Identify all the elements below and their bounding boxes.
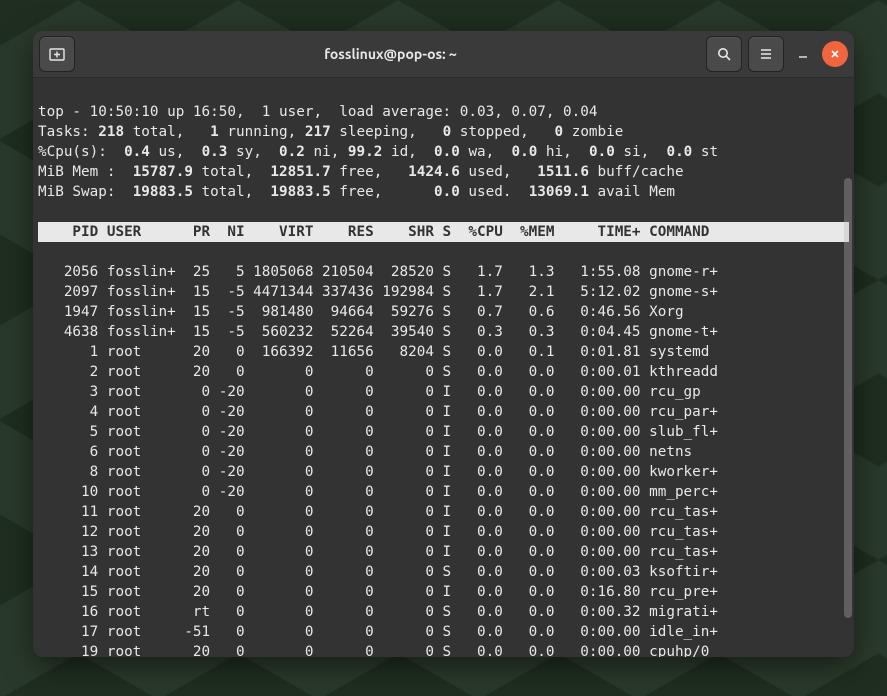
process-row: 5 root 0 -20 0 0 0 I 0.0 0.0 0:00.00 slu… bbox=[38, 424, 718, 440]
process-row: 16 root rt 0 0 0 0 S 0.0 0.0 0:00.32 mig… bbox=[38, 604, 718, 620]
top-swap-line: MiB Swap: 19883.5 total, 19883.5 free, 0… bbox=[38, 184, 684, 200]
close-icon bbox=[829, 48, 841, 60]
minimize-icon bbox=[797, 48, 809, 60]
terminal-window: fosslinux@pop-os: ~ top - 10:50:10 up 16… bbox=[33, 31, 854, 657]
top-cpu-line: %Cpu(s): 0.4 us, 0.3 sy, 0.2 ni, 99.2 id… bbox=[38, 144, 718, 160]
close-button[interactable] bbox=[822, 41, 848, 67]
process-row: 4638 fosslin+ 15 -5 560232 52264 39540 S… bbox=[38, 324, 718, 340]
new-tab-icon bbox=[49, 46, 65, 62]
search-icon bbox=[716, 46, 732, 62]
process-row: 2097 fosslin+ 15 -5 4471344 337436 19298… bbox=[38, 284, 718, 300]
process-row: 3 root 0 -20 0 0 0 I 0.0 0.0 0:00.00 rcu… bbox=[38, 384, 718, 400]
top-summary-line1: top - 10:50:10 up 16:50, 1 user, load av… bbox=[38, 104, 597, 120]
process-row: 14 root 20 0 0 0 0 S 0.0 0.0 0:00.03 kso… bbox=[38, 564, 718, 580]
process-row: 10 root 0 -20 0 0 0 I 0.0 0.0 0:00.00 mm… bbox=[38, 484, 718, 500]
window-title: fosslinux@pop-os: ~ bbox=[81, 46, 700, 62]
search-button[interactable] bbox=[706, 36, 742, 72]
minimize-button[interactable] bbox=[790, 41, 816, 67]
process-row: 17 root -51 0 0 0 0 S 0.0 0.0 0:00.00 id… bbox=[38, 624, 718, 640]
top-tasks-line: Tasks: 218 total, 1 running, 217 sleepin… bbox=[38, 124, 623, 140]
menu-button[interactable] bbox=[748, 36, 784, 72]
process-row: 8 root 0 -20 0 0 0 I 0.0 0.0 0:00.00 kwo… bbox=[38, 464, 718, 480]
process-row: 11 root 20 0 0 0 0 I 0.0 0.0 0:00.00 rcu… bbox=[38, 504, 718, 520]
process-row: 2056 fosslin+ 25 5 1805068 210504 28520 … bbox=[38, 264, 718, 280]
process-row: 2 root 20 0 0 0 0 S 0.0 0.0 0:00.01 kthr… bbox=[38, 364, 718, 380]
titlebar: fosslinux@pop-os: ~ bbox=[33, 31, 854, 78]
process-row: 6 root 0 -20 0 0 0 I 0.0 0.0 0:00.00 net… bbox=[38, 444, 718, 460]
process-row: 1947 fosslin+ 15 -5 981480 94664 59276 S… bbox=[38, 304, 718, 320]
process-row: 4 root 0 -20 0 0 0 I 0.0 0.0 0:00.00 rcu… bbox=[38, 404, 718, 420]
scrollbar[interactable] bbox=[844, 178, 852, 618]
hamburger-icon bbox=[758, 46, 774, 62]
new-tab-button[interactable] bbox=[39, 36, 75, 72]
process-row: 15 root 20 0 0 0 0 I 0.0 0.0 0:16.80 rcu… bbox=[38, 584, 718, 600]
process-list: 2056 fosslin+ 25 5 1805068 210504 28520 … bbox=[38, 262, 849, 657]
process-row: 1 root 20 0 166392 11656 8204 S 0.0 0.1 … bbox=[38, 344, 718, 360]
blank-line bbox=[38, 204, 47, 220]
terminal-body[interactable]: top - 10:50:10 up 16:50, 1 user, load av… bbox=[33, 78, 854, 657]
process-row: 19 root 20 0 0 0 0 S 0.0 0.0 0:00.00 cpu… bbox=[38, 644, 718, 657]
process-row: 13 root 20 0 0 0 0 I 0.0 0.0 0:00.00 rcu… bbox=[38, 544, 718, 560]
top-mem-line: MiB Mem : 15787.9 total, 12851.7 free, 1… bbox=[38, 164, 684, 180]
process-row: 12 root 20 0 0 0 0 I 0.0 0.0 0:00.00 rcu… bbox=[38, 524, 718, 540]
process-header: PID USER PR NI VIRT RES SHR S %CPU %MEM … bbox=[38, 222, 849, 242]
